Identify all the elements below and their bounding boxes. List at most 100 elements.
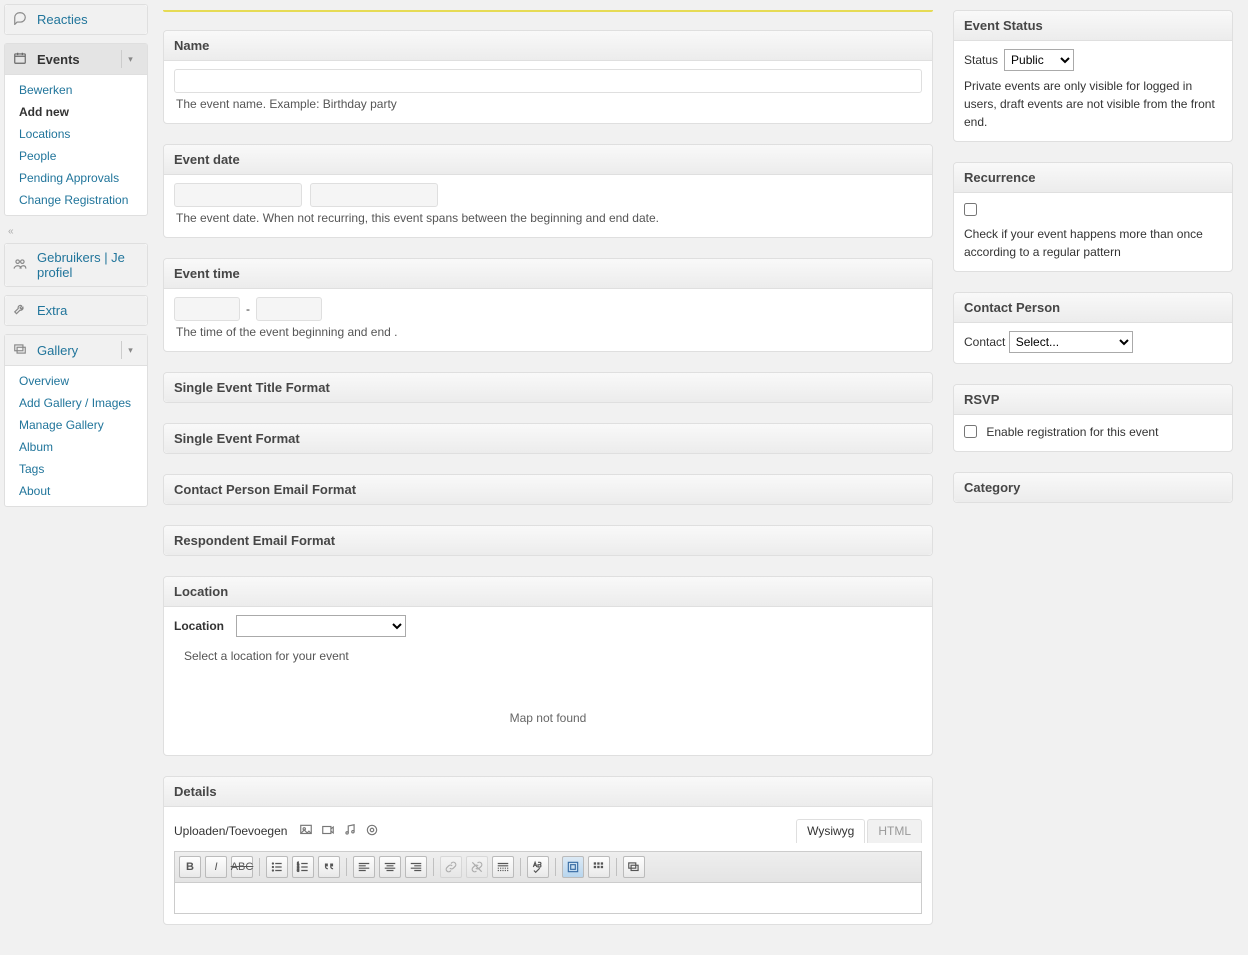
end-date-input[interactable] (310, 183, 438, 207)
start-date-input[interactable] (174, 183, 302, 207)
box-name-title: Name (164, 31, 932, 61)
menu-events: Events ▾ Bewerken Add new Locations Peop… (4, 43, 148, 216)
box-respondent-email-format[interactable]: Respondent Email Format (163, 525, 933, 556)
box-single-title-format[interactable]: Single Event Title Format (163, 372, 933, 403)
status-select[interactable]: Public (1004, 49, 1074, 71)
italic-button[interactable]: I (205, 856, 227, 878)
insert-gallery-button[interactable] (623, 856, 645, 878)
box-single-format[interactable]: Single Event Format (163, 423, 933, 454)
admin-sidebar: Reacties Events ▾ Bewerken Add new Locat… (0, 0, 148, 955)
add-image-icon[interactable] (299, 823, 313, 840)
submenu-locations[interactable]: Locations (5, 123, 147, 145)
recurrence-checkbox[interactable] (964, 203, 977, 216)
menu-gallery: Gallery ▾ Overview Add Gallery / Images … (4, 334, 148, 507)
map-placeholder: Map not found (174, 665, 922, 745)
chevron-down-icon[interactable]: ▾ (121, 341, 139, 359)
event-name-input[interactable] (174, 69, 922, 93)
comment-icon (13, 11, 31, 28)
add-video-icon[interactable] (321, 823, 335, 840)
align-left-button[interactable] (353, 856, 375, 878)
ul-button[interactable] (266, 856, 288, 878)
event-date-helper: The event date. When not recurring, this… (174, 207, 922, 227)
tab-html[interactable]: HTML (867, 819, 922, 843)
start-time-input[interactable] (174, 297, 240, 321)
notice-bar (163, 10, 933, 12)
status-label: Status (964, 51, 998, 69)
submenu-add-new[interactable]: Add new (5, 101, 147, 123)
box-details: Details Uploaden/Toevoegen (163, 776, 933, 925)
box-category[interactable]: Category (953, 472, 1233, 503)
box-event-date-title: Event date (164, 145, 932, 175)
kitchensink-button[interactable] (588, 856, 610, 878)
add-media-icon[interactable] (365, 823, 379, 840)
recurrence-helper: Check if your event happens more than on… (964, 225, 1222, 261)
menu-gebruikers-label: Gebruikers | Je profiel (37, 250, 139, 280)
submenu-album[interactable]: Album (5, 436, 147, 458)
menu-gallery-head[interactable]: Gallery ▾ (5, 335, 147, 366)
box-rsvp: RSVP Enable registration for this event (953, 384, 1233, 452)
menu-gallery-label: Gallery (37, 343, 121, 358)
menu-events-head[interactable]: Events ▾ (5, 44, 147, 75)
bold-button[interactable]: B (179, 856, 201, 878)
menu-extra-label: Extra (37, 303, 139, 318)
side-column: Event Status Status Public Private event… (953, 10, 1233, 945)
rsvp-row[interactable]: Enable registration for this event (964, 425, 1158, 439)
menu-extra[interactable]: Extra (4, 295, 148, 326)
submenu-tags[interactable]: Tags (5, 458, 147, 480)
editor-body[interactable] (174, 882, 922, 914)
spellcheck-button[interactable] (527, 856, 549, 878)
contact-select[interactable]: Select... (1009, 331, 1133, 353)
fullscreen-button[interactable] (562, 856, 584, 878)
time-separator: - (246, 302, 250, 316)
menu-events-label: Events (37, 52, 121, 67)
submenu-pending-approvals[interactable]: Pending Approvals (5, 167, 147, 189)
box-contact-email-format[interactable]: Contact Person Email Format (163, 474, 933, 505)
event-time-helper: The time of the event beginning and end … (174, 321, 922, 341)
calendar-icon (13, 51, 31, 68)
box-contact-person: Contact Person Contact Select... (953, 292, 1233, 364)
location-helper: Select a location for your event (174, 645, 922, 665)
submenu-about[interactable]: About (5, 480, 147, 502)
status-helper: Private events are only visible for logg… (964, 77, 1222, 131)
align-center-button[interactable] (379, 856, 401, 878)
collapse-icon[interactable]: « (4, 224, 148, 243)
align-right-button[interactable] (405, 856, 427, 878)
add-audio-icon[interactable] (343, 823, 357, 840)
unlink-button[interactable] (466, 856, 488, 878)
submenu-change-registration[interactable]: Change Registration (5, 189, 147, 211)
submenu-add-gallery[interactable]: Add Gallery / Images (5, 392, 147, 414)
box-location: Location Location Select a location for … (163, 576, 933, 756)
submenu-overview[interactable]: Overview (5, 370, 147, 392)
submenu-bewerken[interactable]: Bewerken (5, 79, 147, 101)
upload-label: Uploaden/Toevoegen (174, 824, 287, 838)
link-button[interactable] (440, 856, 462, 878)
location-label: Location (174, 619, 224, 633)
name-helper: The event name. Example: Birthday party (174, 93, 922, 113)
menu-reacties-label: Reacties (37, 12, 139, 27)
tab-wysiwyg[interactable]: Wysiwyg (796, 819, 865, 843)
box-recurrence: Recurrence Check if your event happens m… (953, 162, 1233, 272)
chevron-down-icon[interactable]: ▾ (121, 50, 139, 68)
main-column: Name The event name. Example: Birthday p… (163, 10, 933, 945)
submenu-manage-gallery[interactable]: Manage Gallery (5, 414, 147, 436)
box-event-status: Event Status Status Public Private event… (953, 10, 1233, 142)
contact-label: Contact (964, 335, 1005, 349)
box-details-title: Details (164, 777, 932, 807)
end-time-input[interactable] (256, 297, 322, 321)
box-event-time: Event time - The time of the event begin… (163, 258, 933, 352)
blockquote-button[interactable] (318, 856, 340, 878)
users-icon (13, 257, 31, 274)
submenu-people[interactable]: People (5, 145, 147, 167)
more-button[interactable] (492, 856, 514, 878)
menu-gebruikers[interactable]: Gebruikers | Je profiel (4, 243, 148, 287)
box-name: Name The event name. Example: Birthday p… (163, 30, 933, 124)
menu-reacties[interactable]: Reacties (4, 4, 148, 35)
location-select[interactable] (236, 615, 406, 637)
ol-button[interactable]: 123 (292, 856, 314, 878)
tool-icon (13, 302, 31, 319)
rsvp-checkbox[interactable] (964, 425, 977, 438)
rsvp-label: Enable registration for this event (986, 425, 1158, 439)
strike-button[interactable]: ABC (231, 856, 253, 878)
box-location-title: Location (164, 577, 932, 607)
svg-text:3: 3 (297, 869, 299, 873)
